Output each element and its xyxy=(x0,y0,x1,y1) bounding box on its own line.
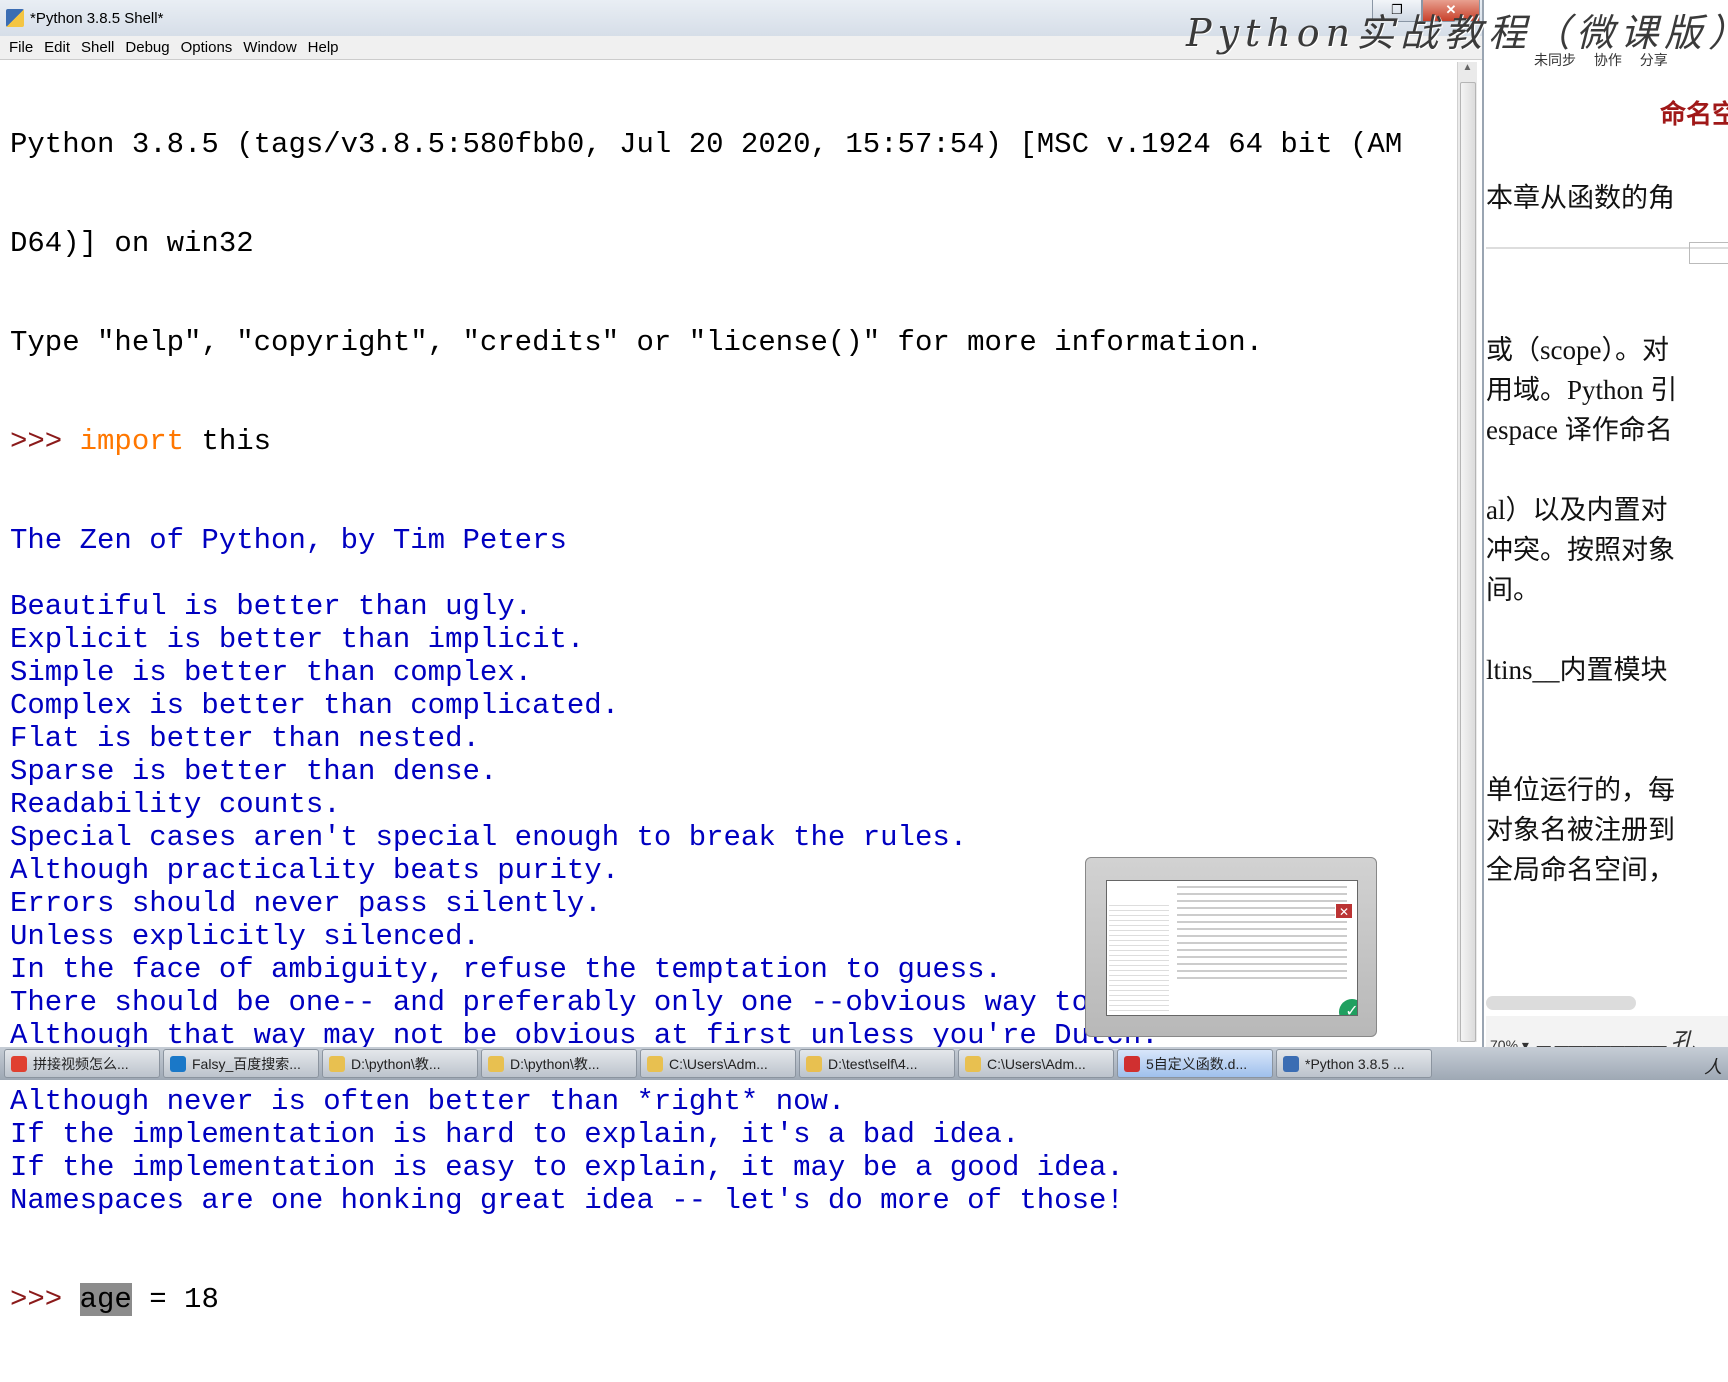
doc-text-line: 全局命名空间， xyxy=(1486,855,1675,885)
menu-help[interactable]: Help xyxy=(308,39,339,56)
doc-text-line: 用域。Python 引 xyxy=(1486,375,1678,405)
taskbar-button[interactable]: C:\Users\Adm... xyxy=(958,1049,1114,1078)
output-line: If the implementation is easy to explain… xyxy=(10,1151,1124,1184)
folder-icon xyxy=(329,1055,345,1072)
taskbar-button[interactable]: Falsy_百度搜索... xyxy=(163,1049,319,1078)
doc-text-line: 冲突。按照对象 xyxy=(1486,535,1675,565)
banner-line: Python 3.8.5 (tags/v3.8.5:580fbb0, Jul 2… xyxy=(10,128,1403,161)
keyword: import xyxy=(79,425,185,458)
zoom-level[interactable]: 70% xyxy=(1490,1037,1518,1047)
doc-text-line: 单位运行的，每 xyxy=(1486,775,1675,805)
output-line: Simple is better than complex. xyxy=(10,656,533,689)
doc-text-line: 间。 xyxy=(1486,575,1540,605)
edge-icon xyxy=(170,1055,186,1072)
taskbar-label: 5自定义函数.d... xyxy=(1146,1055,1248,1072)
chrome-icon xyxy=(11,1055,27,1072)
horizontal-scrollbar[interactable] xyxy=(1486,996,1636,1010)
watermark: Python实战教程（微课版） xyxy=(1186,11,1728,55)
banner-line: D64)] on win32 xyxy=(10,227,254,260)
menu-shell[interactable]: Shell xyxy=(81,39,114,56)
taskbar-label: D:\python\教... xyxy=(510,1055,600,1072)
close-icon[interactable]: ✕ xyxy=(1335,903,1353,919)
taskbar-label: C:\Users\Adm... xyxy=(669,1055,768,1072)
output-line: Complex is better than complicated. xyxy=(10,689,620,722)
taskbar-button[interactable]: D:\python\教... xyxy=(481,1049,637,1078)
taskbar-label: D:\test\self\4... xyxy=(828,1055,918,1072)
wps-document-panel: 未同步 协作 分享 命名空 本章从函数的角 或（scope）。对 用域。Python… xyxy=(1486,36,1728,1047)
preview-sidebar xyxy=(1109,901,1169,1011)
system-tray: 人 xyxy=(1704,1057,1722,1077)
output-line: If the implementation is hard to explain… xyxy=(10,1118,1020,1151)
taskbar-button[interactable]: D:\test\self\4... xyxy=(799,1049,955,1078)
prompt: >>> xyxy=(10,1283,80,1316)
output-line: Explicit is better than implicit. xyxy=(10,623,585,656)
status-bar: 70% ▾ — ———————— 孔 xyxy=(1486,1016,1728,1047)
output-line: Beautiful is better than ugly. xyxy=(10,590,533,623)
window-title: *Python 3.8.5 Shell* xyxy=(30,9,164,27)
prompt: >>> xyxy=(10,425,80,458)
input-line: >>> import this xyxy=(10,425,1455,458)
preview-image: ✕ ✓ xyxy=(1106,880,1358,1016)
output-line: Special cases aren't special enough to b… xyxy=(10,821,968,854)
taskbar-thumbnail-preview[interactable]: ✕ ✓ xyxy=(1085,857,1377,1037)
output-line: Flat is better than nested. xyxy=(10,722,480,755)
taskbar-label: 拼接视频怎么... xyxy=(33,1055,129,1072)
menu-options[interactable]: Options xyxy=(181,39,233,56)
wps-icon xyxy=(1124,1055,1140,1072)
input-line: >>> age = 18 xyxy=(10,1283,1455,1316)
doc-text-line: al）以及内置对 xyxy=(1486,495,1668,525)
doc-heading: 命名空 xyxy=(1660,100,1728,130)
output-line: Sparse is better than dense. xyxy=(10,755,498,788)
taskbar-label: Falsy_百度搜索... xyxy=(192,1055,301,1072)
folder-icon xyxy=(965,1055,981,1072)
banner-line: Type "help", "copyright", "credits" or "… xyxy=(10,326,1264,359)
check-icon: ✓ xyxy=(1339,999,1357,1015)
doc-text-line: 对象名被注册到 xyxy=(1486,815,1675,845)
taskbar-button[interactable]: *Python 3.8.5 ... xyxy=(1276,1049,1432,1078)
folder-icon xyxy=(647,1055,663,1072)
signature: 孔 xyxy=(1670,1029,1695,1047)
code: this xyxy=(184,425,272,458)
output-line: Namespaces are one honking great idea --… xyxy=(10,1184,1124,1217)
output-line: Readability counts. xyxy=(10,788,341,821)
menu-file[interactable]: File xyxy=(9,39,33,56)
taskbar-label: D:\python\教... xyxy=(351,1055,441,1072)
scroll-up-icon[interactable]: ▲ xyxy=(1458,62,1477,80)
taskbar-label: *Python 3.8.5 ... xyxy=(1305,1055,1405,1072)
shell-text-area[interactable]: Python 3.8.5 (tags/v3.8.5:580fbb0, Jul 2… xyxy=(10,62,1455,1382)
taskbar-button[interactable]: 拼接视频怎么... xyxy=(4,1049,160,1078)
folder-icon xyxy=(806,1055,822,1072)
page-marker xyxy=(1689,242,1728,264)
menu-debug[interactable]: Debug xyxy=(125,39,169,56)
doc-text-line: ltins__内置模块 xyxy=(1486,655,1668,685)
taskbar: 拼接视频怎么... Falsy_百度搜索... D:\python\教... D:\p… xyxy=(0,1047,1728,1080)
menu-edit[interactable]: Edit xyxy=(44,39,70,56)
doc-text-line: 本章从函数的角 xyxy=(1486,183,1675,213)
doc-text-line: 或（scope）。对 xyxy=(1486,335,1669,365)
taskbar-button[interactable]: D:\python\教... xyxy=(322,1049,478,1078)
doc-text-line: espace 译作命名 xyxy=(1486,415,1673,445)
output-line: The Zen of Python, by Tim Peters xyxy=(10,524,567,557)
code: = 18 xyxy=(131,1283,219,1316)
scrollbar-thumb[interactable] xyxy=(1460,82,1476,1042)
taskbar-label: C:\Users\Adm... xyxy=(987,1055,1086,1072)
menu-window[interactable]: Window xyxy=(243,39,296,56)
folder-icon xyxy=(488,1055,504,1072)
taskbar-button[interactable]: 5自定义函数.d... xyxy=(1117,1049,1273,1078)
python-idle-icon xyxy=(1283,1055,1299,1072)
selected-text: age xyxy=(79,1283,132,1316)
output-line: Although never is often better than *rig… xyxy=(10,1085,846,1118)
taskbar-button[interactable]: C:\Users\Adm... xyxy=(640,1049,796,1078)
python-idle-icon xyxy=(6,9,24,27)
vertical-scrollbar[interactable]: ▲ xyxy=(1457,62,1477,1042)
